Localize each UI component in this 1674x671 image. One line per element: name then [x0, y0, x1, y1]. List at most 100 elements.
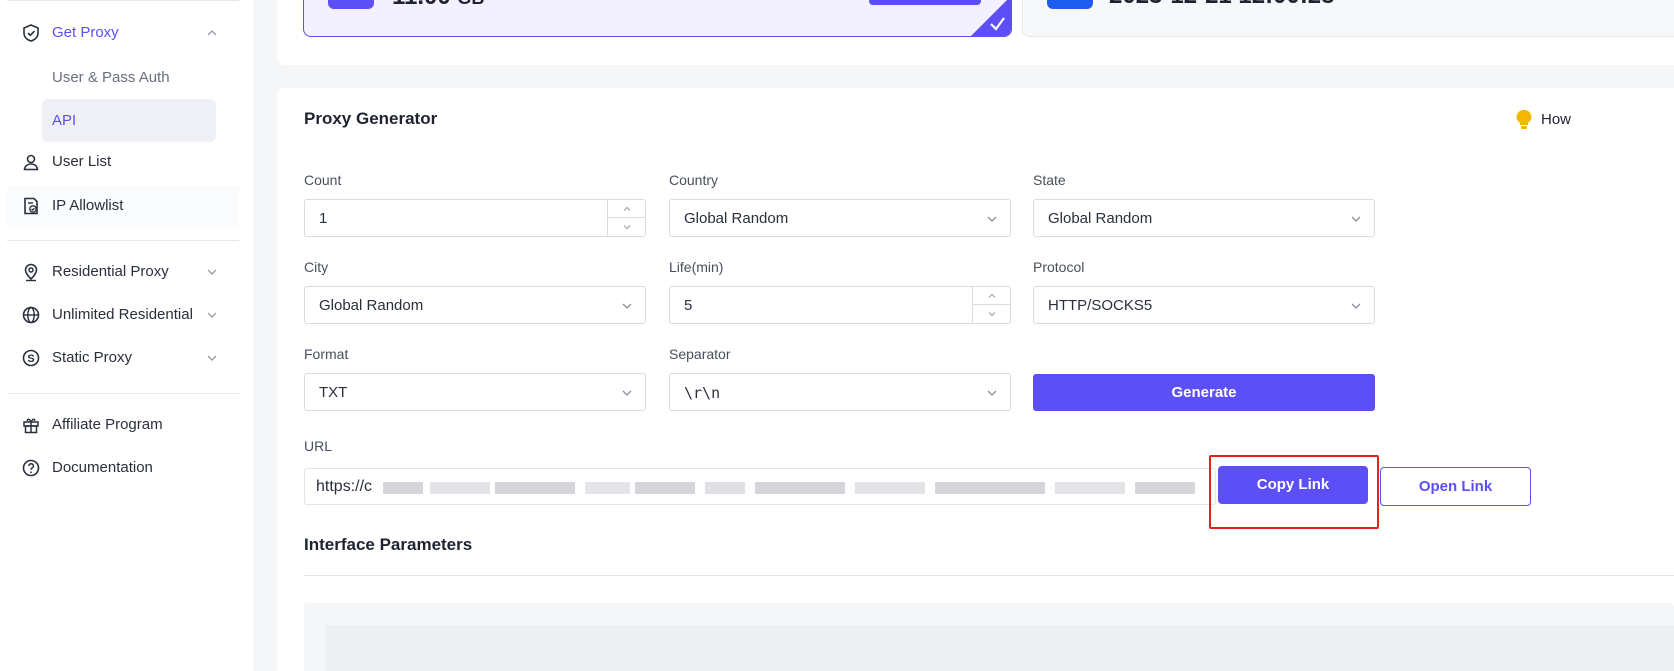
country-label: Country: [669, 172, 719, 188]
city-label: City: [304, 259, 329, 275]
highlight-box: [1209, 455, 1379, 529]
open-link-button[interactable]: Open Link: [1380, 467, 1531, 506]
sidebar-item-residential-proxy[interactable]: Residential Proxy: [0, 252, 255, 292]
state-select[interactable]: Global Random: [1033, 199, 1375, 237]
traffic-card[interactable]: 11.00 GB: [303, 0, 1012, 37]
redacted-text: [585, 482, 630, 494]
sidebar-subitem-label: User & Pass Auth: [52, 69, 170, 86]
redacted-text: [855, 482, 925, 494]
gift-icon: [23, 418, 39, 434]
life-input[interactable]: 5: [669, 286, 1011, 324]
count-label: Count: [304, 172, 342, 188]
sidebar-subitem-label: API: [52, 112, 77, 129]
url-field[interactable]: https://c: [304, 468, 1216, 505]
chevron-down-icon[interactable]: [205, 265, 219, 279]
count-value: 1: [319, 210, 328, 227]
separator-select[interactable]: \r\n: [669, 373, 1011, 411]
expiry-value: 2023-12-21 12:00:28: [1109, 0, 1335, 10]
redacted-text: [635, 482, 695, 494]
life-value: 5: [684, 297, 693, 314]
country-value: Global Random: [684, 210, 789, 227]
location-pin-icon: [24, 263, 38, 282]
traffic-card-icon: [328, 0, 374, 9]
stepper-down-button[interactable]: [973, 305, 1011, 323]
separator-value: \r\n: [684, 384, 721, 402]
redacted-text: [495, 482, 575, 494]
sidebar-item-static-proxy[interactable]: S Static Proxy: [0, 338, 255, 378]
sidebar-item-label: Residential Proxy: [52, 263, 169, 280]
chevron-down-icon: [1351, 216, 1361, 222]
svg-text:S: S: [27, 353, 34, 365]
expiry-card: 2023-12-21 12:00:28: [1022, 0, 1674, 37]
page-title: Proxy Generator: [304, 109, 438, 128]
city-select[interactable]: Global Random: [304, 286, 646, 324]
count-input[interactable]: 1: [304, 199, 646, 237]
static-s-icon: S: [22, 349, 40, 367]
chevron-up-icon: [623, 206, 631, 211]
sidebar-item-user-list[interactable]: User List: [0, 142, 255, 182]
sidebar-subitem-user-pass-auth[interactable]: User & Pass Auth: [42, 56, 216, 99]
sidebar-item-label: Unlimited Residential: [52, 306, 193, 323]
sidebar-item-label: Get Proxy: [52, 24, 119, 41]
redacted-text: [755, 482, 845, 494]
redacted-text: [383, 482, 423, 494]
sidebar-item-affiliate-program[interactable]: Affiliate Program: [0, 405, 255, 445]
sidebar-item-label: Affiliate Program: [52, 416, 163, 433]
document-check-icon: [24, 197, 38, 215]
chevron-down-icon: [622, 303, 632, 309]
protocol-value: HTTP/SOCKS5: [1048, 297, 1153, 314]
traffic-card-button[interactable]: [869, 0, 981, 5]
user-icon: [23, 154, 39, 171]
help-circle-icon: [22, 459, 40, 477]
sidebar-divider: [7, 240, 239, 241]
format-select[interactable]: TXT: [304, 373, 646, 411]
state-value: Global Random: [1048, 210, 1153, 227]
count-stepper[interactable]: [607, 200, 646, 236]
chevron-down-icon: [987, 216, 997, 222]
chevron-up-icon[interactable]: [205, 26, 219, 40]
redacted-text: [1055, 482, 1125, 494]
city-value: Global Random: [319, 297, 424, 314]
chevron-down-icon: [1351, 303, 1361, 309]
country-select[interactable]: Global Random: [669, 199, 1011, 237]
section-title: Interface Parameters: [304, 535, 473, 554]
sidebar-item-get-proxy[interactable]: Get Proxy: [0, 13, 255, 53]
parameters-table: [326, 625, 1674, 671]
lightbulb-icon: [1516, 109, 1532, 129]
expiry-card-icon: [1047, 0, 1093, 9]
generate-button[interactable]: Generate: [1033, 374, 1375, 411]
format-value: TXT: [319, 384, 348, 401]
how-to-label: How: [1541, 110, 1572, 128]
sidebar-item-label: User List: [52, 153, 112, 170]
protocol-label: Protocol: [1033, 259, 1085, 275]
url-value: https://c: [316, 478, 373, 495]
life-label: Life(min): [669, 259, 724, 275]
sidebar-divider: [7, 393, 239, 394]
state-label: State: [1033, 172, 1066, 188]
sidebar-divider: [7, 0, 239, 1]
protocol-select[interactable]: HTTP/SOCKS5: [1033, 286, 1375, 324]
redacted-text: [1135, 482, 1195, 494]
how-to-link[interactable]: How: [1515, 109, 1571, 131]
stepper-up-button[interactable]: [973, 287, 1011, 305]
sidebar-item-label: Documentation: [52, 459, 153, 476]
chevron-down-icon[interactable]: [205, 308, 219, 322]
chevron-down-icon: [623, 225, 631, 230]
redacted-text: [935, 482, 1045, 494]
redacted-text: [430, 482, 490, 494]
sidebar-item-unlimited-residential[interactable]: Unlimited Residential: [0, 295, 255, 335]
life-stepper[interactable]: [972, 287, 1011, 323]
sidebar-item-label: Static Proxy: [52, 349, 133, 366]
url-label: URL: [304, 438, 333, 454]
chevron-down-icon: [988, 312, 996, 317]
stepper-up-button[interactable]: [608, 200, 646, 218]
sidebar-item-label: IP Allowlist: [52, 197, 124, 214]
stepper-down-button[interactable]: [608, 218, 646, 236]
sidebar-item-ip-allowlist[interactable]: IP Allowlist: [0, 186, 255, 226]
traffic-value: 11.00 GB: [392, 0, 484, 11]
sidebar-item-documentation[interactable]: Documentation: [0, 448, 255, 488]
sidebar-subitem-api[interactable]: API: [42, 99, 216, 142]
shield-check-icon: [23, 24, 39, 42]
separator-label: Separator: [669, 346, 731, 362]
chevron-down-icon[interactable]: [205, 351, 219, 365]
